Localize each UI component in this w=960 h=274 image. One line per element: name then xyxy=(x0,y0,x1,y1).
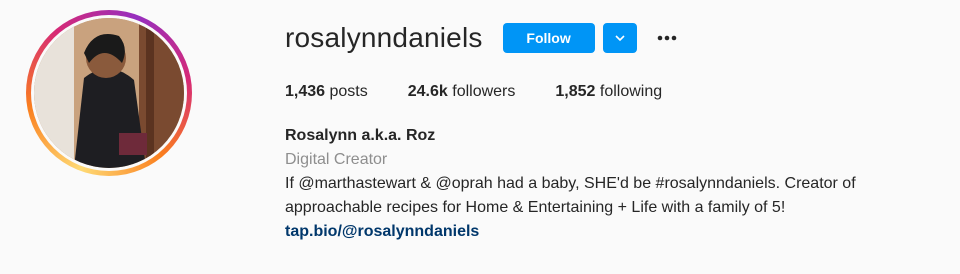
profile-header: rosalynndaniels Follow 1,436 posts 24.6k… xyxy=(0,0,960,274)
follow-button[interactable]: Follow xyxy=(502,23,595,53)
stat-posts: 1,436 posts xyxy=(285,82,368,102)
stat-value: 24.6k xyxy=(407,83,448,100)
avatar[interactable] xyxy=(34,18,184,168)
profile-stats: 1,436 posts 24.6k followers 1,852 follow… xyxy=(285,82,702,102)
profile-title-row: rosalynndaniels Follow xyxy=(285,22,679,54)
username: rosalynndaniels xyxy=(285,22,483,53)
chevron-down-icon xyxy=(615,35,625,42)
avatar-photo xyxy=(34,18,184,168)
story-ring[interactable] xyxy=(26,10,192,176)
stat-value: 1,436 xyxy=(285,83,326,100)
category-label: Digital Creator xyxy=(285,151,388,168)
stat-label: followers xyxy=(452,83,516,100)
stat-value: 1,852 xyxy=(555,83,596,100)
stat-label: posts xyxy=(329,83,368,100)
stat-following[interactable]: 1,852 following xyxy=(555,82,662,102)
stat-followers[interactable]: 24.6k followers xyxy=(408,82,516,102)
more-options-icon xyxy=(657,35,676,41)
stat-label: following xyxy=(599,83,663,100)
profile-bio: Rosalynn a.k.a. Roz Digital Creator If @… xyxy=(285,124,905,244)
bio-text-line-2: approachable recipes for Home & Entertai… xyxy=(285,199,786,216)
suggested-accounts-button[interactable] xyxy=(602,23,637,53)
avatar-frame xyxy=(31,15,187,171)
bio-link[interactable]: tap.bio/@rosalynndaniels xyxy=(285,220,905,244)
full-name: Rosalynn a.k.a. Roz xyxy=(285,127,436,144)
more-options-button[interactable] xyxy=(655,23,679,53)
bio-text-line-1: If @marthastewart & @oprah had a baby, S… xyxy=(285,175,856,192)
